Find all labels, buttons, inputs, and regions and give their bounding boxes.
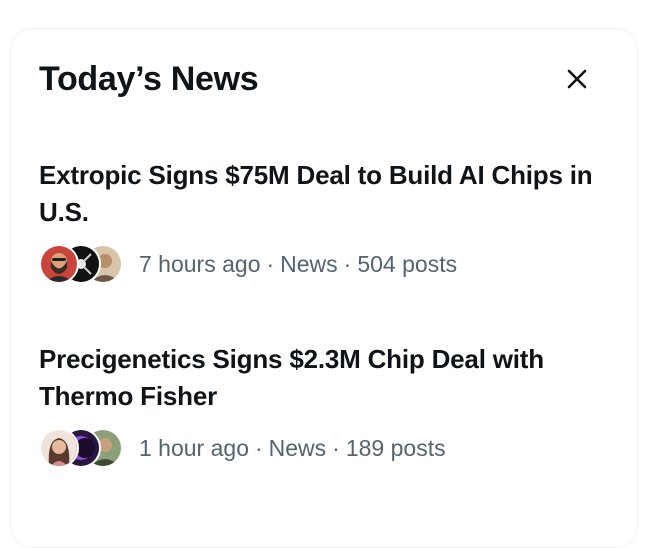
close-button[interactable]	[563, 65, 591, 93]
news-item[interactable]: Extropic Signs $75M Deal to Build AI Chi…	[39, 157, 609, 286]
meta-separator: ·	[343, 251, 352, 277]
news-category: News	[280, 251, 338, 277]
news-item[interactable]: Precigenetics Signs $2.3M Chip Deal with…	[39, 341, 609, 470]
todays-news-panel: Today’s News Extropic Signs $75M Deal to…	[10, 28, 638, 548]
news-meta: 7 hours ago · News · 504 posts	[39, 242, 609, 286]
close-icon	[567, 69, 587, 89]
news-meta-text: 7 hours ago · News · 504 posts	[139, 249, 457, 279]
news-headline: Extropic Signs $75M Deal to Build AI Chi…	[39, 160, 593, 227]
news-time: 1 hour ago	[139, 435, 249, 461]
news-headline: Precigenetics Signs $2.3M Chip Deal with…	[39, 344, 544, 411]
meta-separator: ·	[332, 435, 340, 461]
news-time: 7 hours ago	[139, 251, 261, 277]
news-meta: 1 hour ago · News · 189 posts	[39, 426, 609, 470]
avatar-group	[39, 242, 125, 286]
news-category: News	[268, 435, 327, 461]
news-post-count: 189 posts	[345, 435, 446, 461]
meta-separator: ·	[254, 435, 263, 461]
news-meta-text: 1 hour ago · News · 189 posts	[139, 433, 446, 463]
avatar	[39, 428, 79, 468]
meta-separator: ·	[266, 251, 275, 277]
avatar	[39, 244, 79, 284]
panel-header: Today’s News	[39, 59, 609, 103]
panel-title: Today’s News	[39, 60, 259, 98]
news-post-count: 504 posts	[357, 251, 458, 277]
avatar-group	[39, 426, 125, 470]
